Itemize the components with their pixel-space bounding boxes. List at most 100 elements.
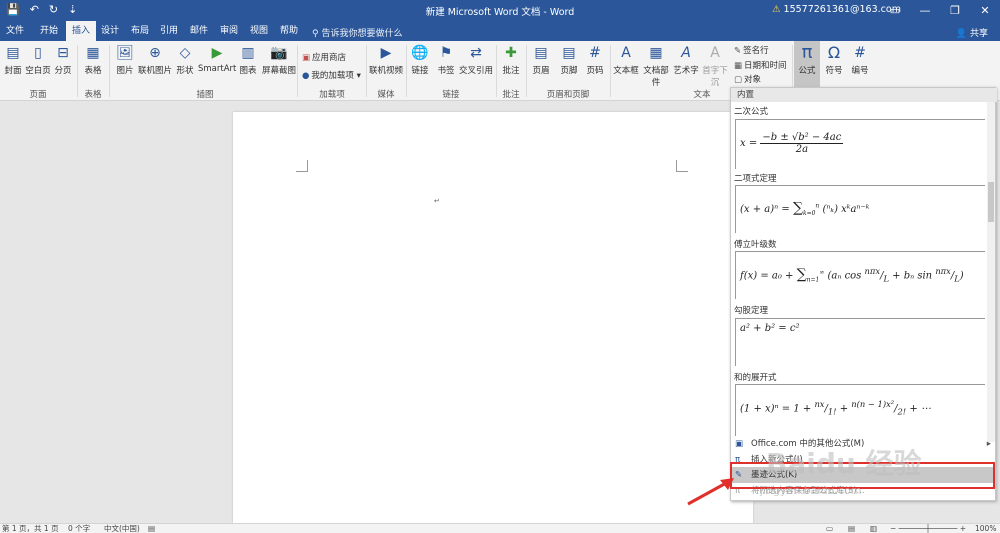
page-number-button[interactable]: # 页码 [582,44,608,76]
document-page[interactable] [233,112,753,523]
online-picture-button[interactable]: ⊕ 联机图片 [138,44,172,76]
picture-button[interactable]: 🖼 图片 [112,44,138,76]
paragraph-mark: ↵ [434,197,440,205]
blank-page-icon: ▯ [34,45,42,61]
wordart-button[interactable]: A 艺术字 [672,44,700,76]
equation-title: 傅立叶级数 [734,240,777,250]
quick-parts-button[interactable]: ▦ 文档部件 [640,44,672,88]
tab-design[interactable]: 设计 [96,21,124,41]
my-addins-button[interactable]: ● 我的加载项 ▾ [302,69,361,81]
link-button[interactable]: 🌐 链接 [408,44,432,76]
equation-gallery: 内置 二次公式 x = −b ± √b² − 4ac 2a 二项式定理 (x + … [730,87,997,501]
number-button[interactable]: # 编号 [848,44,872,76]
office-icon: ▣ [735,439,744,449]
close-button[interactable]: ✕ [970,0,1000,21]
equation-title: 勾股定理 [734,306,769,316]
web-layout-icon[interactable]: ▥ [870,524,877,533]
textbox-button[interactable]: A 文本框 [612,44,640,76]
dropcap-icon: A [710,45,720,61]
cover-button[interactable]: ▤ 封面 [2,44,24,76]
page-count[interactable]: 第 1 页，共 1 页 [2,524,59,533]
macro-icon[interactable]: ▤ [148,524,155,533]
chart-icon: ▥ [241,45,255,61]
blank-page-button[interactable]: ▯ 空白页 [24,44,52,76]
gallery-scrollbar[interactable] [987,102,995,442]
equation-quadratic[interactable]: x = −b ± √b² − 4ac 2a [735,119,985,169]
addins-icon: ● [302,71,310,81]
tab-help[interactable]: 帮助 [274,21,304,41]
shapes-button[interactable]: ◇ 形状 [172,44,198,76]
chart-button[interactable]: ▥ 图表 [236,44,260,76]
gallery-header: 内置 [731,88,997,102]
number-icon: # [854,45,866,61]
dropcap-button[interactable]: A 首字下沉 [700,44,730,88]
pi-icon: π [801,42,813,63]
crop-mark [296,160,308,172]
screenshot-button[interactable]: 📷 屏幕截图 [260,44,298,76]
group-media-label: 媒体 [377,90,395,100]
table-icon: ▦ [86,45,100,61]
textbox-icon: A [621,45,631,61]
tab-review[interactable]: 审阅 [214,21,244,41]
globe-link-icon: 🌐 [411,45,429,61]
read-mode-icon[interactable]: ▭ [826,524,833,533]
tab-view[interactable]: 视图 [244,21,274,41]
footer-button[interactable]: ▤ 页脚 [556,44,582,76]
header-button[interactable]: ▤ 页眉 [528,44,554,76]
language-indicator[interactable]: 中文(中国) [104,524,140,533]
comment-icon: ✚ [505,45,517,61]
group-links-label: 链接 [442,90,460,100]
comment-button[interactable]: ✚ 批注 [498,44,524,76]
watermark-url: jingyan.baidu.com [760,484,862,497]
chevron-down-icon: ▾ [353,71,361,81]
scroll-thumb[interactable] [988,182,994,222]
table-button[interactable]: ▦ 表格 [80,44,106,76]
group-separator [366,45,367,97]
equation-formula: x = −b ± √b² − 4ac 2a [740,132,844,155]
equation-binomial[interactable]: (x + a)ⁿ = ∑k=0n (ⁿₖ) xᵏaⁿ⁻ᵏ [735,185,985,233]
shapes-icon: ◇ [179,45,191,61]
share-button[interactable]: 👤 共享 [956,26,988,39]
date-time-button[interactable]: ▦ 日期和时间 [734,59,787,71]
equation-pythagorean[interactable]: a² + b² = c² [735,318,985,366]
minimize-button[interactable]: — [910,0,940,21]
zoom-slider[interactable]: − ──────┼────── + [890,524,966,533]
equation-formula: f(x) = a₀ + ∑n=1∞ (aₙ cos nπx/L + bₙ sin… [740,266,964,284]
page-break-icon: ⊟ [57,45,69,61]
group-pages-label: 页面 [29,90,47,100]
tab-home[interactable]: 开始 [34,21,64,41]
group-separator [297,45,298,97]
group-separator [610,45,611,97]
ribbon-display-icon[interactable]: ▭ [880,0,910,21]
bookmark-button[interactable]: ⚑ 书签 [434,44,458,76]
tab-insert[interactable]: 插入 [66,21,96,41]
signature-line-button[interactable]: ✎ 签名行 [734,44,769,56]
group-illustrations-label: 插图 [196,90,214,100]
group-separator [406,45,407,97]
restore-button[interactable]: ❐ [940,0,970,21]
equation-title: 二项式定理 [734,174,777,184]
smartart-button[interactable]: ▶ SmartArt [198,44,236,74]
page-break-button[interactable]: ⊟ 分页 [52,44,74,76]
app-store-button[interactable]: ▣ 应用商店 [302,51,346,63]
calendar-icon: ▦ [734,61,743,71]
object-button[interactable]: ▢ 对象 [734,73,761,85]
warning-icon: ⚠ [772,4,781,15]
tab-file[interactable]: 文件 [2,21,28,41]
online-video-button[interactable]: ▶ 联机视频 [368,44,404,76]
equation-button[interactable]: π 公式 [794,41,820,87]
equation-title: 和的展开式 [734,373,777,383]
tell-me-search[interactable]: ⚲ 告诉我你想要做什么 [312,26,402,39]
tab-layout[interactable]: 布局 [126,21,154,41]
symbol-button[interactable]: Ω 符号 [822,44,846,77]
tab-references[interactable]: 引用 [154,21,184,41]
word-count[interactable]: 0 个字 [68,524,90,533]
cross-reference-button[interactable]: ⇄ 交叉引用 [458,44,494,76]
equation-fourier[interactable]: f(x) = a₀ + ∑n=1∞ (aₙ cos nπx/L + bₙ sin… [735,251,985,299]
pointer-arrow [687,478,734,506]
smartart-icon: ▶ [211,45,223,61]
print-layout-icon[interactable]: ▤ [848,524,855,533]
zoom-level[interactable]: 100% [975,524,996,533]
equation-series[interactable]: (1 + x)ⁿ = 1 + nx/1! + n(n − 1)x²/2! + ⋯ [735,384,985,436]
tab-mailings[interactable]: 邮件 [184,21,214,41]
